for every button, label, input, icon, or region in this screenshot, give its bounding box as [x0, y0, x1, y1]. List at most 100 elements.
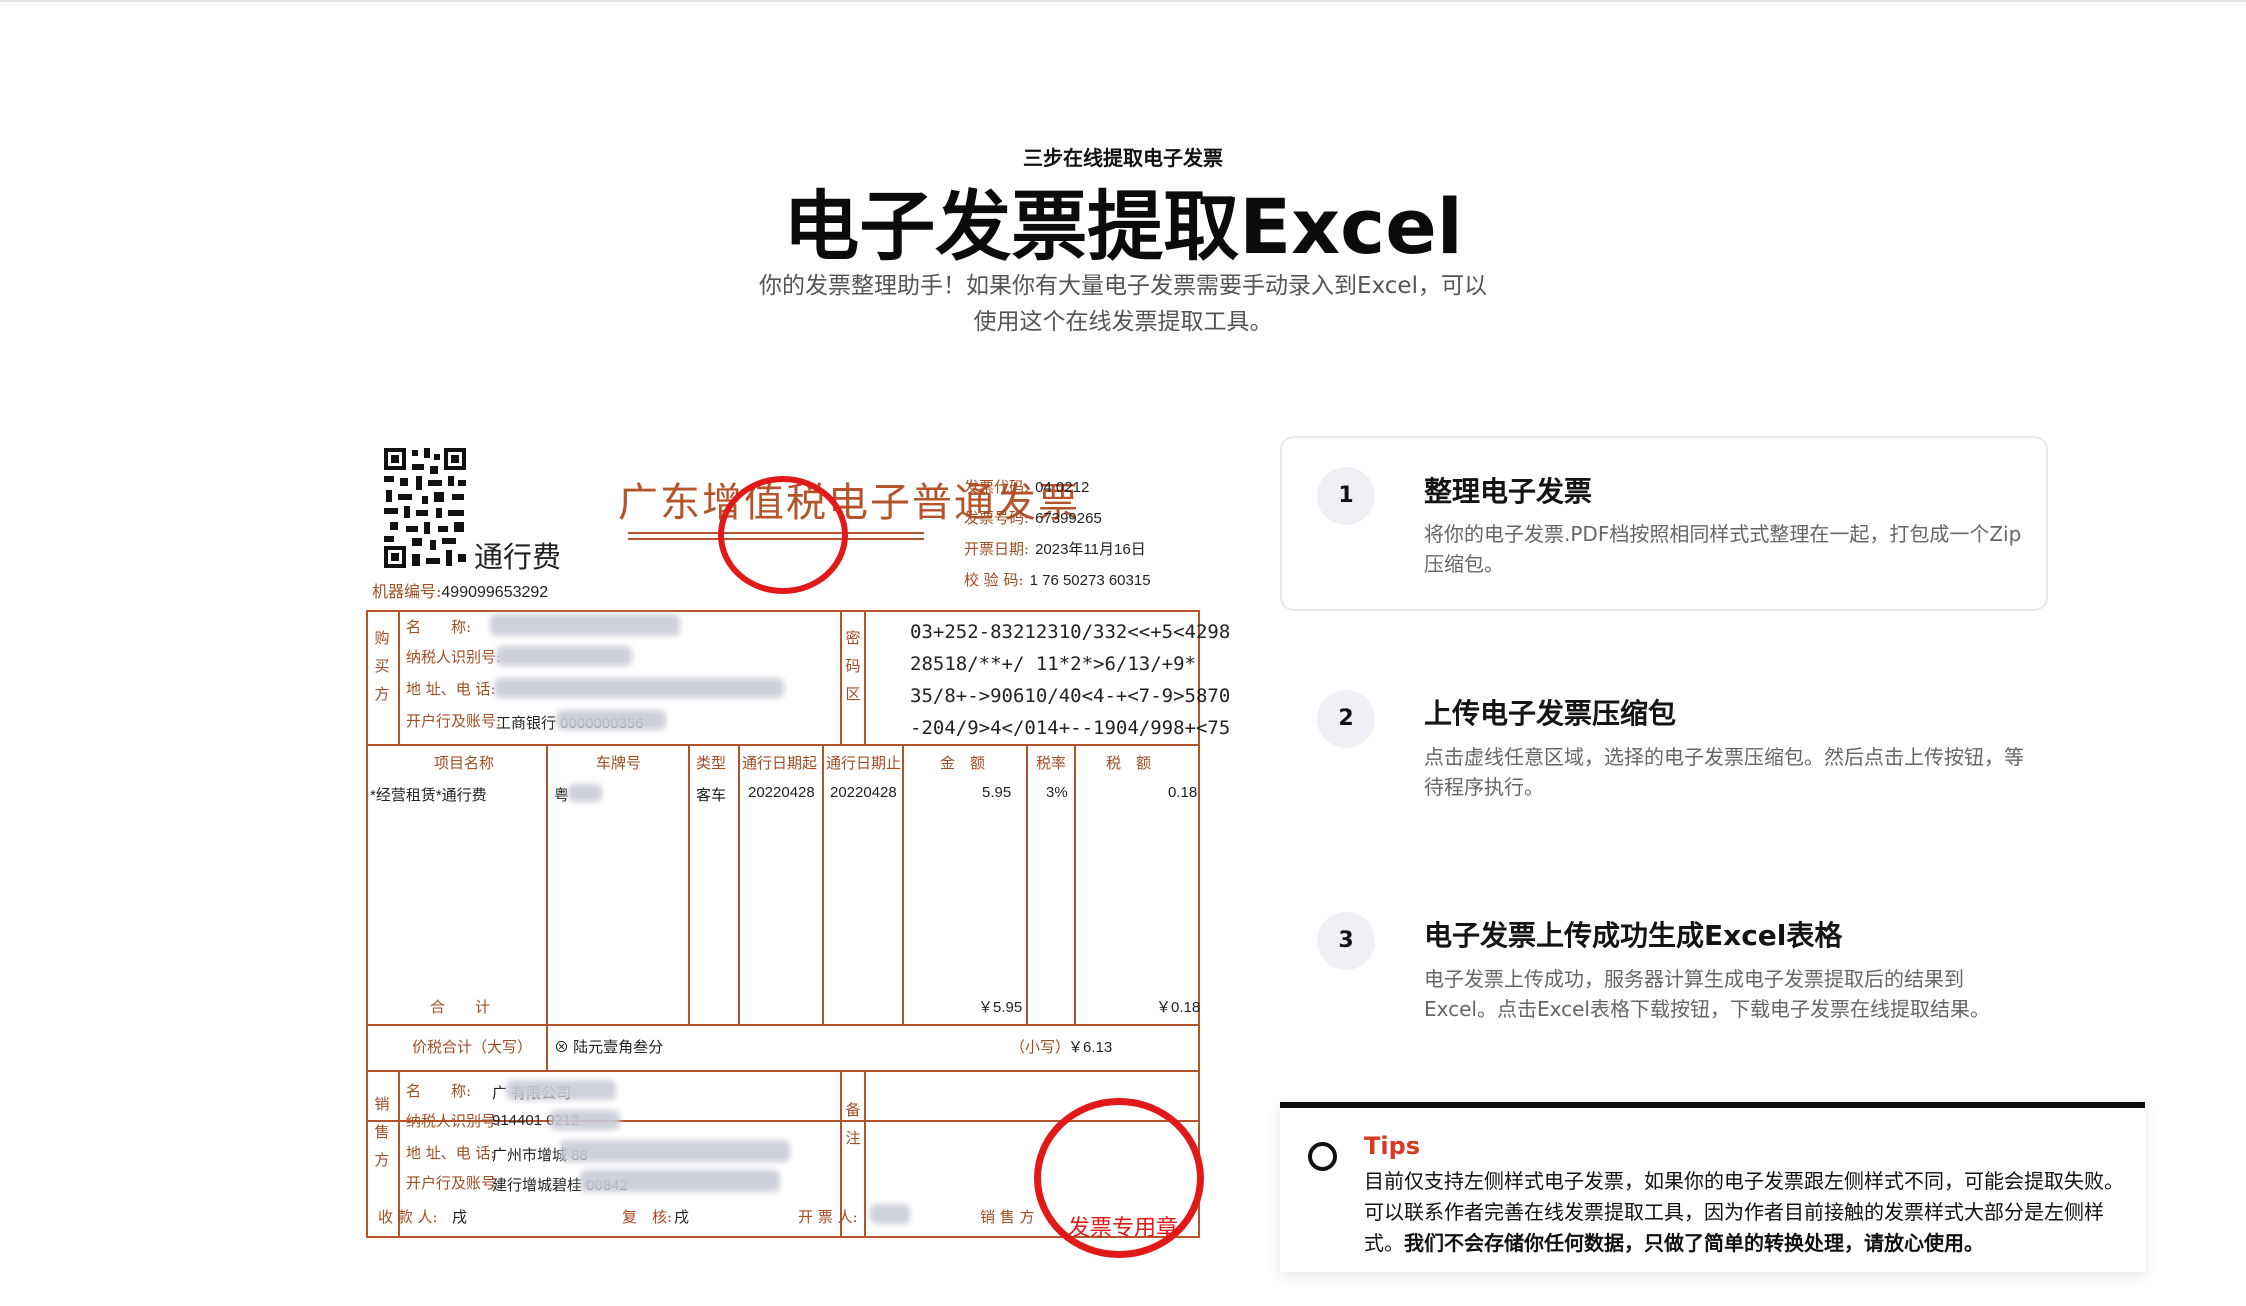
buyer-bank-label: 开户行及账号: [406, 712, 502, 730]
hero-subtitle: 你的发票整理助手！如果你有大量电子发票需要手动录入到Excel，可以 使用这个在… [0, 268, 2246, 340]
rule [864, 610, 866, 744]
step-3-desc: 电子发票上传成功，服务器计算生成电子发票提取后的结果到Excel。点击Excel… [1424, 967, 1990, 1021]
remark-side-label: 备注 [845, 1101, 861, 1147]
machine-no-label: 机器编号: [372, 582, 442, 601]
redacted-seller-address [560, 1140, 790, 1162]
redacted-buyer-address [494, 678, 784, 698]
sample-invoice-image: 通行费 机器编号:499099653292 广东增值税电子普通发票 发票代码: 0… [366, 440, 1230, 1280]
hero-subtitle-line-2: 使用这个在线发票提取工具。 [973, 309, 1273, 335]
seller-name-label: 名 称: [406, 1082, 472, 1100]
buyer-name-label: 名 称: [406, 618, 472, 636]
seller-side-label: 销售方 [374, 1095, 390, 1169]
row-start-date: 20220428 [748, 784, 815, 801]
step-1-number-badge: 1 [1317, 467, 1375, 525]
rule [398, 610, 400, 744]
rule [688, 744, 690, 1024]
step-2-desc: 点击虚线任意区域，选择的电子发票压缩包。然后点击上传按钮，等待程序执行。 [1424, 745, 2024, 799]
tips-body-strong: 我们不会存储你任何数据，只做了简单的转换处理，请放心使用。 [1404, 1231, 1984, 1255]
invoice-code-label: 发票代码: [964, 478, 1030, 496]
total-tax: ￥0.18 [1156, 999, 1201, 1016]
rule [864, 1070, 866, 1122]
cipher-line: 28518/**+/ 11*2*>6/13/+9* [910, 653, 1196, 675]
rule [366, 1070, 1200, 1072]
payee-value: 戌 [452, 1209, 468, 1226]
sum-small-label: （小写） [1010, 1038, 1071, 1056]
invoice-number-value: 67399265 [1035, 510, 1102, 527]
buyer-side-label: 购买方 [374, 629, 390, 703]
rule [840, 610, 842, 744]
redacted-plate [568, 784, 602, 802]
col-end-date: 通行日期止 [826, 754, 902, 772]
rule [1074, 744, 1076, 1024]
top-divider [0, 0, 2246, 2]
rule [398, 1070, 400, 1122]
invoice-number-label: 发票号码: [964, 509, 1030, 527]
cipher-side-label: 密码区 [845, 629, 861, 703]
step-1-desc: 将你的电子发票.PDF档按照相同样式式整理在一起，打包成一个Zip压缩包。 [1424, 522, 2022, 576]
seller-bank-label: 开户行及账号: [406, 1174, 502, 1192]
redacted-seller-name [506, 1080, 616, 1100]
col-type: 类型 [696, 754, 727, 772]
step-3-title: 电子发票上传成功生成Excel表格 [1424, 919, 1843, 952]
cipher-area: 03+252-83212310/332<<+5<4298 28518/**+/ … [910, 616, 1230, 744]
cipher-line: 35/8+->90610/40<4-+<7-9>5870 [910, 685, 1231, 707]
cipher-line: -204/9>4</014+--1904/998+<75 [910, 717, 1231, 739]
redacted-buyer-name [490, 614, 680, 636]
row-end-date: 20220428 [830, 784, 897, 801]
tips-title: Tips [1364, 1132, 1421, 1160]
invoice-date-value: 2023年11月16日 [1035, 541, 1146, 558]
invoice-check-value: 1 76 50273 60315 [1029, 572, 1151, 589]
invoice-machine-no: 机器编号:499099653292 [372, 578, 548, 602]
col-item-name: 项目名称 [434, 754, 495, 772]
rule [1026, 744, 1028, 1024]
step-2-number-badge: 2 [1317, 690, 1375, 748]
reviewer-label: 复 核: [622, 1208, 673, 1226]
step-2-title: 上传电子发票压缩包 [1424, 697, 1677, 730]
drawer-label: 开 票 人: [798, 1208, 858, 1226]
row-plate: 粤 [554, 787, 570, 804]
circle-icon [1308, 1142, 1337, 1171]
col-start-date: 通行日期起 [742, 754, 818, 772]
col-tax: 税 额 [1106, 754, 1152, 772]
sum-chinese-value: 陆元壹角叁分 [573, 1039, 664, 1056]
sum-label: 价税合计（大写） [412, 1038, 533, 1056]
step-3-number-badge: 3 [1317, 912, 1375, 970]
row-rate: 3% [1046, 784, 1068, 801]
invoice-date-label: 开票日期: [964, 540, 1030, 558]
payee-label: 收 款 人: [378, 1208, 438, 1226]
buyer-address-label: 地 址、电 话: [406, 680, 496, 698]
rule [738, 744, 740, 1024]
row-tax: 0.18 [1168, 784, 1198, 801]
rule [546, 1024, 548, 1070]
invoice-meta: 发票代码: 04 0212 发票号码: 67399265 开票日期: 2023年11月… [964, 472, 1151, 596]
reviewer-value: 戌 [674, 1209, 690, 1226]
cipher-line: 03+252-83212310/332<<+5<4298 [910, 621, 1231, 643]
step-1-title: 整理电子发票 [1424, 475, 1593, 508]
seller-address-label: 地 址、电 话: [406, 1144, 496, 1162]
rule [822, 744, 824, 1024]
redacted-buyer-bank [556, 710, 666, 730]
tips-box: Tips 目前仅支持左侧样式电子发票，如果你的电子发票跟左侧样式不同，可能会提取… [1280, 1102, 2145, 1272]
page-title: 电子发票提取Excel [783, 182, 1463, 271]
row-type: 客车 [696, 787, 727, 804]
redacted-buyer-taxid [496, 646, 632, 666]
seller-taxid-label: 纳税人识别号: [406, 1112, 502, 1130]
rule [366, 1122, 368, 1238]
redacted-seller-bank [580, 1170, 780, 1192]
buyer-taxid-label: 纳税人识别号: [406, 648, 502, 666]
rule [546, 744, 548, 1024]
sum-chinese: ⊗ 陆元壹角叁分 [554, 1039, 664, 1056]
qr-code-icon [382, 446, 468, 570]
invoice-check-label: 校 验 码: [964, 571, 1024, 589]
seller-sign-label: 销 售 方 [980, 1208, 1035, 1226]
tax-bureau-stamp [718, 476, 848, 594]
hero-subtitle-line-1: 你的发票整理助手！如果你有大量电子发票需要手动录入到Excel，可以 [759, 273, 1487, 299]
machine-no-value: 499099653292 [441, 584, 549, 601]
total-label: 合 计 [430, 998, 491, 1016]
sum-small-value: ￥6.13 [1068, 1039, 1113, 1056]
invoice-seal-text: 发票专用章 [1068, 1216, 1179, 1241]
row-amount: 5.95 [982, 784, 1012, 801]
total-amount: ￥5.95 [978, 999, 1023, 1016]
tips-body: 目前仅支持左侧样式电子发票，如果你的电子发票跟左侧样式不同，可能会提取失败。可以… [1364, 1166, 2126, 1259]
redacted-drawer [870, 1204, 910, 1224]
